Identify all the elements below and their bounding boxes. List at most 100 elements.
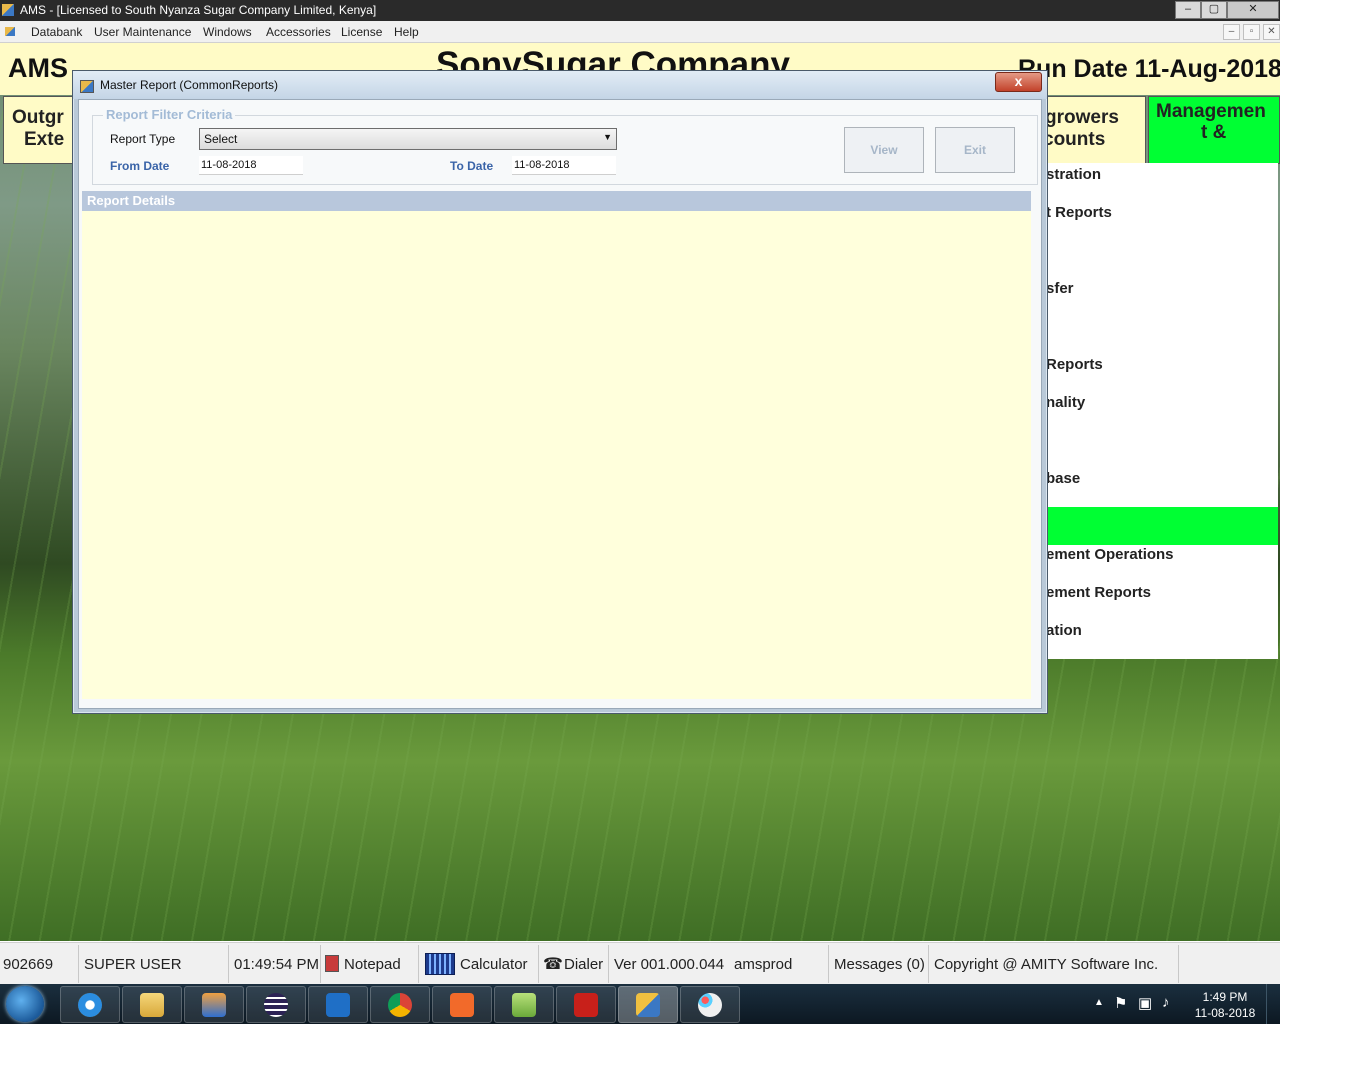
dialog-close-button[interactable]: x [995, 72, 1042, 92]
tray-expand-icon[interactable]: ▲ [1094, 997, 1104, 1008]
menu-databank[interactable]: Databank [31, 25, 82, 39]
taskbar: ▲ ⚑ ▣ ♪ 1:49 PM 11-08-2018 [0, 984, 1280, 1024]
minimize-button[interactable]: – [1175, 1, 1201, 19]
report-type-select[interactable]: Select ▼ [199, 128, 617, 150]
ie-icon [78, 993, 102, 1017]
taskbar-clock[interactable]: 1:49 PM 11-08-2018 [1190, 989, 1260, 1021]
taskbar-notepad-plus[interactable] [494, 986, 554, 1023]
status-time: 01:49:54 PM [234, 956, 320, 973]
module-tab-label: growers [1045, 107, 1119, 128]
taskbar-ie[interactable] [60, 986, 120, 1023]
paint-icon [698, 993, 722, 1017]
report-details-title: Report Details [87, 193, 176, 208]
maximize-button[interactable]: ▢ [1201, 1, 1227, 19]
mdi-child-icon [5, 27, 15, 36]
module-tab-management[interactable]: Managemen t & [1148, 96, 1280, 164]
dialog-body: Report Filter Criteria Report Type Selec… [78, 99, 1042, 709]
chevron-down-icon: ▼ [603, 132, 612, 142]
menu-license[interactable]: License [341, 25, 382, 39]
taskbar-ams[interactable] [618, 986, 678, 1023]
module-menu-highlight [1034, 507, 1278, 545]
module-menu-panel: stration t Reports sfer Reports nality b… [1034, 163, 1278, 659]
taskbar-xampp[interactable] [432, 986, 492, 1023]
module-menu-item[interactable]: base [1046, 470, 1080, 487]
close-window-button[interactable]: ✕ [1227, 1, 1279, 19]
status-separator [828, 945, 829, 983]
calculator-launcher[interactable]: Calculator [460, 956, 528, 973]
module-menu-item[interactable]: ation [1046, 622, 1082, 639]
start-button[interactable] [6, 986, 44, 1022]
dialer-launcher[interactable]: Dialer [564, 956, 603, 973]
window-titlebar: AMS - [Licensed to South Nyanza Sugar Co… [0, 0, 1280, 21]
taskbar-paint[interactable] [680, 986, 740, 1023]
to-date-label: To Date [450, 159, 494, 173]
menu-help[interactable]: Help [394, 25, 419, 39]
module-menu-item[interactable]: Reports [1046, 356, 1103, 373]
module-tab-label: Exte [24, 129, 65, 150]
module-tab-label: Managemen [1156, 101, 1266, 122]
ams-app-icon [636, 993, 660, 1017]
module-menu-item[interactable]: t Reports [1046, 204, 1112, 221]
module-tab-label: Outgr [12, 107, 64, 128]
status-version: Ver 001.000.044 [614, 956, 725, 973]
volume-icon[interactable]: ♪ [1162, 994, 1170, 1011]
module-menu-item[interactable]: ement Operations [1046, 546, 1174, 563]
status-separator [228, 945, 229, 983]
taskbar-explorer[interactable] [122, 986, 182, 1023]
status-messages[interactable]: Messages (0) [834, 956, 925, 973]
dialog-icon [80, 80, 94, 93]
mdi-restore-button[interactable]: ▫ [1243, 24, 1260, 40]
from-date-label: From Date [110, 159, 170, 173]
window-title: AMS - [Licensed to South Nyanza Sugar Co… [20, 3, 377, 17]
clock-time: 1:49 PM [1202, 990, 1248, 1004]
menu-windows[interactable]: Windows [203, 25, 252, 39]
from-date-value: 11-08-2018 [201, 159, 257, 171]
module-tab-label: t & [1201, 122, 1227, 143]
outlook-icon [326, 993, 350, 1017]
report-type-label: Report Type [110, 132, 176, 146]
report-filter-group: Report Filter Criteria Report Type Selec… [92, 107, 1038, 185]
report-details-area [82, 211, 1031, 699]
taskbar-outlook[interactable] [308, 986, 368, 1023]
status-separator [538, 945, 539, 983]
to-date-field[interactable]: 11-08-2018 [512, 156, 616, 175]
status-copyright: Copyright @ AMITY Software Inc. [934, 956, 1159, 973]
dialog-titlebar[interactable]: Master Report (CommonReports) x [73, 71, 1047, 99]
module-menu-item[interactable]: ement Reports [1046, 584, 1151, 601]
status-database: amsprod [734, 956, 793, 973]
status-bar: 902669 SUPER USER 01:49:54 PM Notepad Ca… [0, 942, 1280, 985]
notepad-icon [325, 955, 339, 972]
notepad-launcher[interactable]: Notepad [344, 956, 401, 973]
filter-group-title: Report Filter Criteria [103, 107, 236, 122]
module-menu-item[interactable]: nality [1046, 394, 1085, 411]
taskbar-media-player[interactable] [184, 986, 244, 1023]
clock-date: 11-08-2018 [1194, 1006, 1256, 1020]
menu-user-maintenance[interactable]: User Maintenance [94, 25, 191, 39]
mdi-close-button[interactable]: ✕ [1263, 24, 1280, 40]
taskbar-eclipse[interactable] [246, 986, 306, 1023]
menu-bar: Databank User Maintenance Windows Access… [0, 21, 1280, 43]
from-date-field[interactable]: 11-08-2018 [199, 156, 303, 175]
status-separator [928, 945, 929, 983]
exit-button[interactable]: Exit [935, 127, 1015, 173]
menu-accessories[interactable]: Accessories [266, 25, 331, 39]
module-menu-item[interactable]: sfer [1046, 280, 1074, 297]
phone-icon: ☎ [543, 956, 563, 973]
status-separator [1178, 945, 1179, 983]
app-name: AMS [8, 53, 68, 83]
taskbar-chrome[interactable] [370, 986, 430, 1023]
taskbar-acrobat[interactable] [556, 986, 616, 1023]
chrome-icon [388, 993, 412, 1017]
module-menu-item[interactable]: stration [1046, 166, 1101, 183]
action-center-flag-icon[interactable]: ⚑ [1114, 994, 1127, 1012]
master-report-dialog: Master Report (CommonReports) x Report F… [72, 70, 1048, 714]
calculator-icon [425, 953, 455, 975]
show-desktop-button[interactable] [1266, 984, 1280, 1024]
network-icon[interactable]: ▣ [1138, 994, 1152, 1012]
status-separator [78, 945, 79, 983]
view-button[interactable]: View [844, 127, 924, 173]
mdi-minimize-button[interactable]: – [1223, 24, 1240, 40]
desktop-screen: AMS - [Licensed to South Nyanza Sugar Co… [0, 0, 1280, 1024]
media-player-icon [202, 993, 226, 1017]
status-separator [418, 945, 419, 983]
